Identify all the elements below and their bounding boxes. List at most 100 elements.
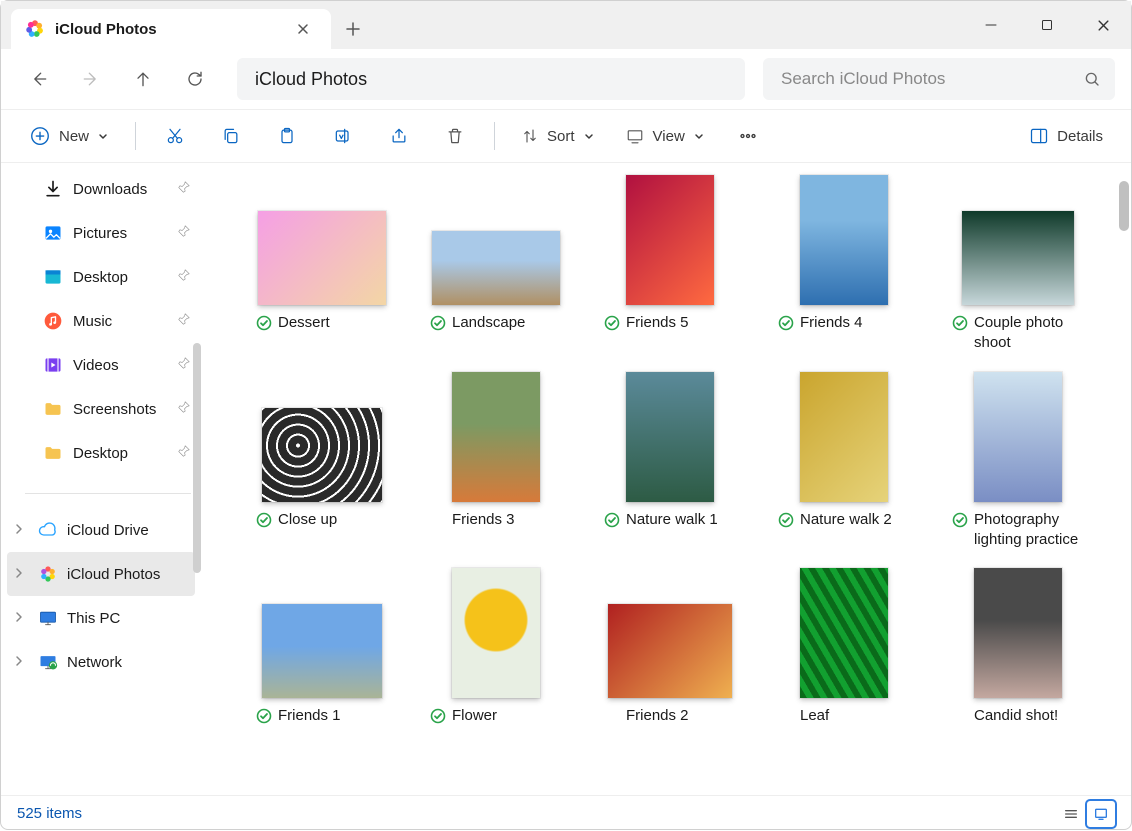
photo-item[interactable]: Nature walk 2 <box>760 372 928 551</box>
photo-item[interactable]: Dessert <box>238 175 406 354</box>
photo-label: Candid shot! <box>974 706 1058 726</box>
photos-app-icon <box>25 19 45 39</box>
photo-item[interactable]: Friends 3 <box>412 372 580 551</box>
download-icon <box>43 179 63 199</box>
view-button[interactable]: View <box>613 116 717 156</box>
sidebar: Downloads Pictures Desktop Music Videos … <box>1 163 201 795</box>
sidebar-tree-item-icloud-drive[interactable]: iCloud Drive <box>1 508 201 552</box>
photo-item[interactable]: Leaf <box>760 568 928 726</box>
nav-up-button[interactable] <box>121 59 165 99</box>
tab-title: iCloud Photos <box>55 21 279 38</box>
toolbar-divider <box>494 122 495 150</box>
sidebar-tree-item-icloud-photos[interactable]: iCloud Photos <box>7 552 195 596</box>
address-bar[interactable]: iCloud Photos <box>237 58 745 100</box>
new-button[interactable]: New <box>17 116 121 156</box>
sync-status-icon <box>256 512 272 528</box>
window-minimize-button[interactable] <box>963 1 1019 49</box>
photo-label: Flower <box>452 706 497 726</box>
pin-icon <box>177 180 191 198</box>
sidebar-tree-item-this-pc[interactable]: This PC <box>1 596 201 640</box>
content-scrollbar[interactable] <box>1119 181 1129 231</box>
view-list-button[interactable] <box>1057 801 1085 827</box>
sidebar-item-screenshots[interactable]: Screenshots <box>1 387 201 431</box>
content-area: Dessert Landscape Friends 5 Friends 4 Co <box>201 163 1131 795</box>
tab-active[interactable]: iCloud Photos <box>11 9 331 49</box>
address-text: iCloud Photos <box>255 69 367 90</box>
sidebar-item-desktop[interactable]: Desktop <box>1 431 201 475</box>
sidebar-item-label: Videos <box>73 357 119 374</box>
view-grid-button[interactable] <box>1087 801 1115 827</box>
photo-item[interactable]: Flower <box>412 568 580 726</box>
toolbar-divider <box>135 122 136 150</box>
copy-button[interactable] <box>206 116 256 156</box>
sidebar-item-videos[interactable]: Videos <box>1 343 201 387</box>
photo-label: Leaf <box>800 706 829 726</box>
photo-thumbnail <box>412 175 580 305</box>
folder-icon <box>43 399 63 419</box>
window-maximize-button[interactable] <box>1019 1 1075 49</box>
sidebar-tree-label: iCloud Photos <box>67 566 160 583</box>
photo-thumbnail <box>238 568 406 698</box>
share-button[interactable] <box>374 116 424 156</box>
photo-item[interactable]: Candid shot! <box>934 568 1102 726</box>
folder-icon <box>43 443 63 463</box>
tab-close-button[interactable] <box>289 15 317 43</box>
photo-item[interactable]: Close up <box>238 372 406 551</box>
sidebar-scrollbar[interactable] <box>193 343 201 573</box>
photo-thumbnail <box>760 372 928 502</box>
photo-label: Friends 4 <box>800 313 863 333</box>
sidebar-separator <box>25 493 191 494</box>
photo-label: Landscape <box>452 313 525 333</box>
photo-item[interactable]: Friends 2 <box>586 568 754 726</box>
photo-item[interactable]: Photography lighting practice <box>934 372 1102 551</box>
music-icon <box>43 311 63 331</box>
photo-label: Nature walk 1 <box>626 510 718 530</box>
photo-thumbnail <box>586 175 754 305</box>
photo-thumbnail <box>586 568 754 698</box>
videos-icon <box>43 355 63 375</box>
photo-item[interactable]: Friends 4 <box>760 175 928 354</box>
photo-thumbnail <box>586 372 754 502</box>
nav-forward-button[interactable] <box>69 59 113 99</box>
more-button[interactable] <box>723 116 773 156</box>
pin-icon <box>177 400 191 418</box>
photo-item[interactable]: Friends 1 <box>238 568 406 726</box>
photo-thumbnail <box>412 568 580 698</box>
status-bar: 525 items <box>1 795 1131 831</box>
chevron-right-icon <box>13 522 29 539</box>
sidebar-item-label: Desktop <box>73 445 128 462</box>
rename-button[interactable] <box>318 116 368 156</box>
search-input[interactable]: Search iCloud Photos <box>763 58 1115 100</box>
photo-item[interactable]: Nature walk 1 <box>586 372 754 551</box>
sidebar-tree-label: iCloud Drive <box>67 522 149 539</box>
nav-back-button[interactable] <box>17 59 61 99</box>
window-close-button[interactable] <box>1075 1 1131 49</box>
sidebar-item-label: Screenshots <box>73 401 156 418</box>
new-tab-button[interactable] <box>331 9 375 49</box>
pin-icon <box>177 224 191 242</box>
sidebar-item-pictures[interactable]: Pictures <box>1 211 201 255</box>
photo-thumbnail <box>760 568 928 698</box>
photo-thumbnail <box>238 175 406 305</box>
photo-item[interactable]: Couple photo shoot <box>934 175 1102 354</box>
photo-item[interactable]: Friends 5 <box>586 175 754 354</box>
nav-refresh-button[interactable] <box>173 59 217 99</box>
sync-status-icon <box>778 315 794 331</box>
photo-item[interactable]: Landscape <box>412 175 580 354</box>
sort-button[interactable]: Sort <box>509 116 607 156</box>
sort-label: Sort <box>547 128 575 145</box>
sidebar-item-music[interactable]: Music <box>1 299 201 343</box>
photo-thumbnail <box>934 372 1102 502</box>
sidebar-item-downloads[interactable]: Downloads <box>1 167 201 211</box>
photos-app-icon <box>37 563 59 585</box>
sidebar-tree-item-network[interactable]: Network <box>1 640 201 684</box>
sidebar-tree-label: This PC <box>67 610 120 627</box>
paste-button[interactable] <box>262 116 312 156</box>
chevron-right-icon <box>13 566 29 583</box>
sidebar-item-desktop[interactable]: Desktop <box>1 255 201 299</box>
photo-label: Friends 2 <box>626 706 689 726</box>
details-button[interactable]: Details <box>1017 116 1115 156</box>
cut-button[interactable] <box>150 116 200 156</box>
photo-label: Nature walk 2 <box>800 510 892 530</box>
delete-button[interactable] <box>430 116 480 156</box>
